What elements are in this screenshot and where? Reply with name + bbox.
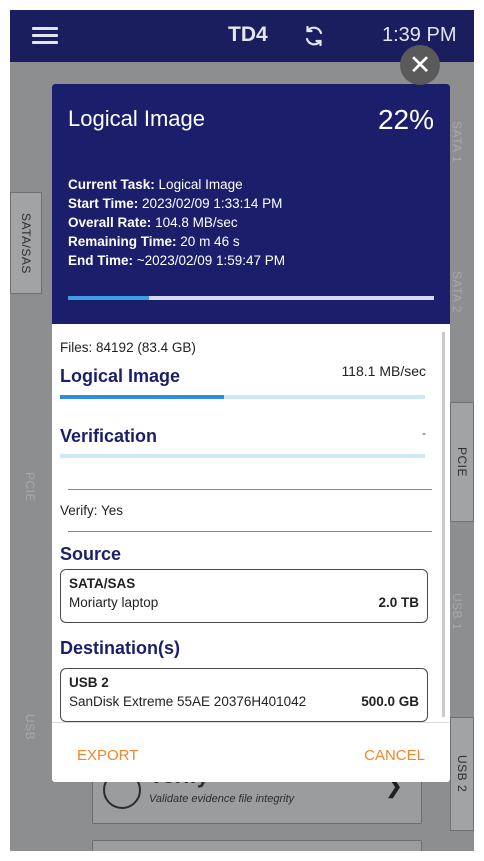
side-tab-sata-sas[interactable]: SATA/SAS: [10, 192, 42, 294]
destination-device-description: SanDisk Extreme 55AE 20376H401042: [69, 694, 307, 709]
cancel-button[interactable]: CANCEL: [364, 747, 425, 764]
side-tab-usb2[interactable]: USB 2: [450, 717, 474, 831]
start-time-value: 2023/02/09 1:33:14 PM: [142, 196, 283, 211]
overall-progress-bar: [68, 296, 434, 300]
logical-image-progress-fill: [60, 395, 225, 399]
overall-rate-value: 104.8 MB/sec: [155, 215, 238, 230]
remaining-time-label: Remaining Time:: [68, 234, 177, 249]
divider: [68, 531, 432, 532]
side-tab-pcie[interactable]: PCIE: [450, 402, 474, 522]
hamburger-icon[interactable]: [32, 27, 58, 45]
files-count: Files: 84192 (83.4 GB): [60, 340, 196, 355]
source-device-description: Moriarty laptop: [69, 595, 159, 610]
verify-setting: Verify: Yes: [60, 503, 124, 518]
sync-icon[interactable]: [302, 24, 326, 48]
overall-percent: 22%: [377, 104, 434, 135]
device-name: TD4: [228, 23, 268, 46]
dialog-title: Logical Image: [68, 106, 205, 131]
verification-progress-bar: [60, 454, 425, 458]
dialog-header: Logical Image 22% Current Task: Logical …: [52, 84, 450, 324]
start-time-label: Start Time:: [68, 196, 139, 211]
end-time-label: End Time:: [68, 253, 134, 268]
destination-device: USB 2 SanDisk Extreme 55AE 20376H401042 …: [60, 668, 428, 722]
current-task-label: Current Task:: [68, 177, 155, 192]
progress-dialog: Logical Image 22% Current Task: Logical …: [52, 84, 450, 782]
next-card[interactable]: [92, 840, 422, 851]
logical-image-title: Logical Image: [60, 366, 181, 386]
remaining-time-value: 20 m 46 s: [180, 234, 240, 249]
overall-progress-fill: [68, 296, 149, 300]
overall-rate-label: Overall Rate:: [68, 215, 152, 230]
logical-image-progress-bar: [60, 395, 425, 399]
close-button[interactable]: ✕: [400, 45, 440, 85]
logical-image-rate: 118.1 MB/sec: [341, 363, 426, 379]
source-device: SATA/SAS Moriarty laptop 2.0 TB: [60, 569, 428, 623]
export-button[interactable]: EXPORT: [77, 747, 138, 764]
verify-card-subtitle: Validate evidence file integrity: [149, 793, 295, 805]
dialog-scrollbar[interactable]: [442, 332, 445, 717]
verification-value: -: [422, 426, 426, 440]
source-title: Source: [60, 544, 122, 564]
source-device-name: SATA/SAS: [69, 576, 136, 591]
destination-device-name: USB 2: [69, 675, 109, 690]
dialog-body: Files: 84192 (83.4 GB) Logical Image 118…: [52, 324, 450, 722]
task-info: Current Task: Logical Image Start Time: …: [68, 175, 285, 270]
destination-title: Destination(s): [60, 638, 181, 658]
clock: 1:39 PM: [382, 24, 457, 46]
destination-device-size: 500.0 GB: [361, 694, 419, 709]
current-task-value: Logical Image: [158, 177, 243, 192]
side-tab-pcie-left[interactable]: PCIE: [10, 442, 50, 532]
side-tab-usb-left[interactable]: USB: [10, 682, 50, 772]
verification-title: Verification: [60, 426, 158, 446]
close-icon: ✕: [408, 49, 432, 80]
end-time-value: ~2023/02/09 1:59:47 PM: [136, 253, 286, 268]
dialog-footer: EXPORT CANCEL: [52, 722, 450, 782]
divider: [68, 489, 432, 490]
source-device-size: 2.0 TB: [378, 595, 419, 610]
